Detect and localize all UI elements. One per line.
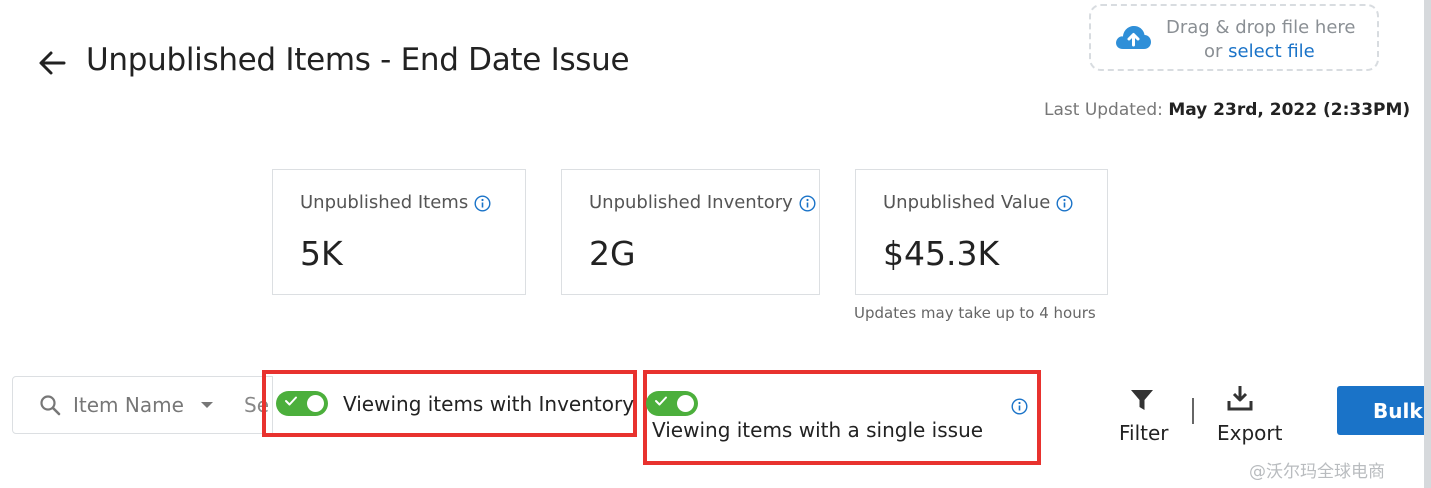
stat-label: Unpublished Inventory [589,192,793,213]
drop-instruction: Drag & drop file here [1166,17,1356,38]
check-icon [655,396,667,406]
inventory-toggle-label: Viewing items with Inventory [343,392,635,416]
drop-instruction-secondary: or select file [1204,41,1315,62]
arrow-left-icon[interactable] [36,46,68,80]
toggle-knob [307,395,324,412]
last-updated: Last Updated: May 23rd, 2022 (2:33PM) [1044,100,1410,120]
info-icon[interactable] [799,194,816,212]
download-icon[interactable] [1227,384,1253,412]
select-file-link[interactable]: select file [1228,41,1315,62]
single-issue-toggle[interactable] [646,391,698,416]
stat-value: 2G [589,234,636,273]
stat-card-unpublished-value: Unpublished Value $45.3K [855,169,1108,295]
filter-icon[interactable] [1130,388,1154,412]
stat-value: 5K [300,234,343,273]
check-icon [285,396,297,406]
stat-value: $45.3K [883,234,1000,273]
watermark: @沃尔玛全球电商 [1249,462,1385,482]
stats-update-note: Updates may take up to 4 hours [854,304,1096,322]
toolbar-divider [1192,398,1194,424]
search-field-label: Item Name [73,393,184,417]
single-issue-toggle-label: Viewing items with a single issue [652,418,984,442]
stat-card-unpublished-inventory: Unpublished Inventory 2G [561,169,820,295]
last-updated-value: May 23rd, 2022 (2:33PM) [1168,100,1411,120]
toggle-knob [677,395,694,412]
page-title: Unpublished Items - End Date Issue [86,42,630,78]
info-icon[interactable] [1056,194,1073,212]
last-updated-label: Last Updated: [1044,100,1163,120]
stat-label: Unpublished Value [883,192,1051,213]
scrollbar[interactable] [1424,0,1431,488]
info-icon[interactable] [474,194,491,212]
info-icon[interactable] [1011,398,1028,415]
cloud-upload-icon [1116,26,1151,49]
search-icon [40,395,61,416]
filter-button-label[interactable]: Filter [1119,421,1169,445]
stat-label: Unpublished Items [300,192,469,213]
stat-card-unpublished-items: Unpublished Items 5K [272,169,526,295]
bulk-action-label: Bulk A [1373,399,1427,423]
chevron-down-icon[interactable] [200,401,214,409]
bulk-action-button[interactable]: Bulk A [1337,386,1427,435]
inventory-toggle[interactable] [276,391,328,416]
export-button-label[interactable]: Export [1217,421,1282,445]
